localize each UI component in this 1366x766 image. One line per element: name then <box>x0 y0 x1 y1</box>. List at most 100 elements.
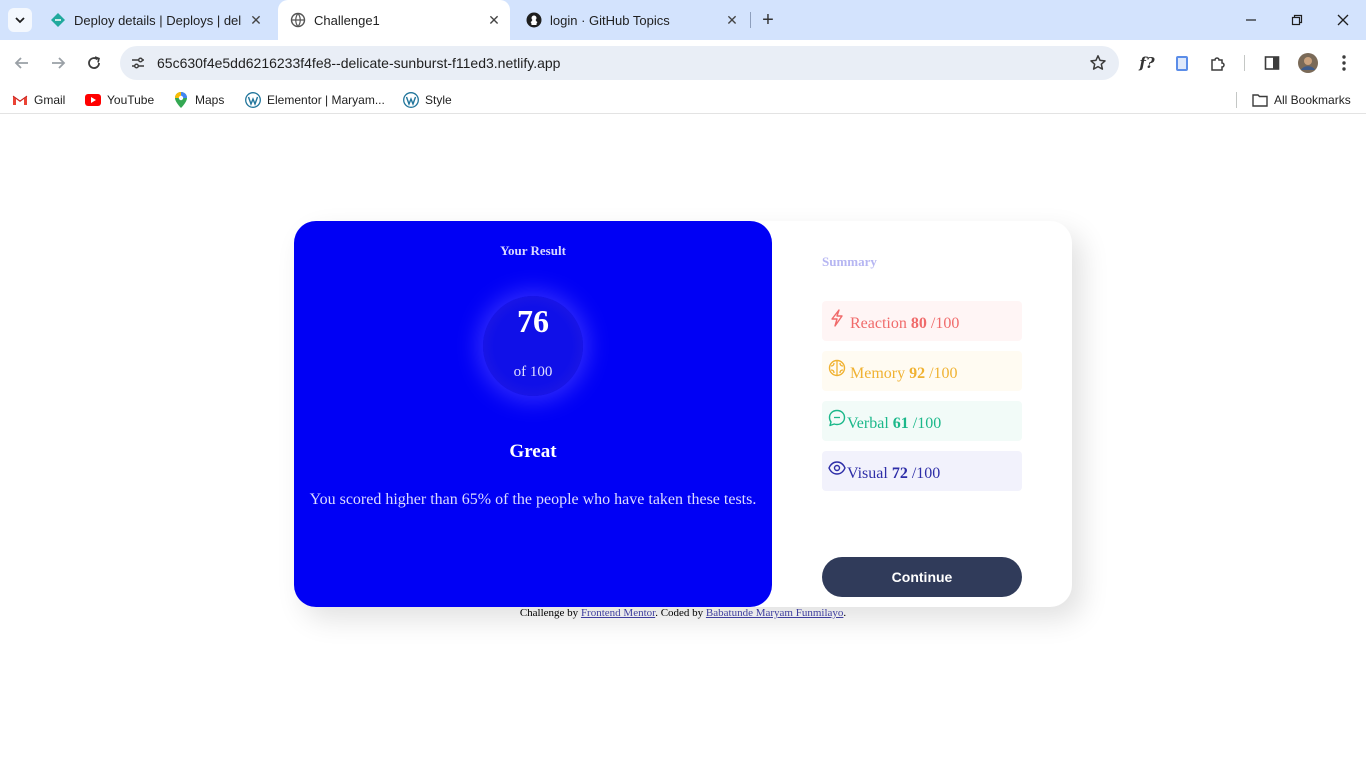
bookmark-maps[interactable]: Maps <box>173 91 224 109</box>
profile-avatar[interactable] <box>1297 52 1319 74</box>
summary-item-text: Verbal 61 /100 <box>847 415 941 433</box>
tab-title: login · GitHub Topics <box>550 13 670 28</box>
bookmark-gmail[interactable]: Gmail <box>12 91 65 109</box>
tab-search-button[interactable] <box>8 8 32 32</box>
frontend-mentor-link[interactable]: Frontend Mentor <box>581 607 655 619</box>
category-max: /100 <box>930 315 960 332</box>
restore-button[interactable] <box>1287 10 1307 30</box>
bookmark-label: Elementor | Maryam... <box>267 93 385 107</box>
summary-item-visual: Visual 72 /100 <box>822 451 1022 491</box>
lightning-icon <box>831 309 843 327</box>
toolbar-separator <box>1244 55 1245 71</box>
page-content: Your Result 76 of 100 Great You scored h… <box>0 121 1366 766</box>
category-name: Memory <box>850 365 906 382</box>
arrow-right-icon <box>52 57 66 69</box>
bookmark-youtube[interactable]: YouTube <box>85 91 154 109</box>
category-score: 92 <box>909 365 926 382</box>
github-icon <box>526 12 542 28</box>
summary-title: Summary <box>822 254 877 269</box>
close-window-button[interactable] <box>1333 10 1353 30</box>
address-bar[interactable]: 65c630f4e5dd6216233f4fe8--delicate-sunbu… <box>120 46 1119 80</box>
bookmark-label: Maps <box>195 93 225 107</box>
chat-icon <box>828 409 846 427</box>
category-max: /100 <box>911 465 941 482</box>
summary-item-verbal: Verbal 61 /100 <box>822 401 1022 441</box>
extensions-icon[interactable] <box>1207 52 1229 74</box>
bookmark-style[interactable]: Style <box>403 91 452 109</box>
site-info-icon[interactable] <box>130 55 146 71</box>
minimize-icon <box>1246 19 1256 21</box>
tab-github-topics[interactable]: login · GitHub Topics ✕ <box>514 0 746 40</box>
gmail-icon <box>12 92 28 108</box>
new-tab-button[interactable]: + <box>758 10 778 30</box>
globe-icon <box>290 12 306 28</box>
bookmark-elementor[interactable]: Elementor | Maryam... <box>245 91 385 109</box>
attribution-suffix: . <box>843 607 847 619</box>
bookmarks-bar: Gmail YouTube Maps Elementor | Maryam...… <box>0 86 1366 114</box>
close-icon[interactable]: ✕ <box>724 12 740 28</box>
bookmark-star-icon[interactable] <box>1089 54 1107 72</box>
youtube-icon <box>85 92 101 108</box>
bookmark-label: Gmail <box>34 93 66 107</box>
wordpress-icon <box>245 92 261 108</box>
attribution-middle: . Coded by <box>655 607 704 619</box>
wordpress-icon <box>403 92 419 108</box>
close-icon <box>1337 14 1349 26</box>
score-circle: 76 of 100 <box>483 296 583 396</box>
clipboard-extension-icon[interactable] <box>1171 52 1193 74</box>
side-panel-icon[interactable] <box>1261 52 1283 74</box>
close-icon[interactable]: ✕ <box>248 12 264 28</box>
reload-icon <box>88 56 100 69</box>
tab-title: Deploy details | Deploys | delica <box>74 13 242 28</box>
summary-item-memory: Memory 92 /100 <box>822 351 1022 391</box>
folder-icon <box>1252 92 1268 108</box>
minimize-button[interactable] <box>1241 10 1261 30</box>
result-panel: Your Result 76 of 100 Great You scored h… <box>294 221 772 607</box>
brain-icon <box>828 359 846 377</box>
tab-deploy-details[interactable]: Deploy details | Deploys | delica ✕ <box>38 0 274 40</box>
attribution: Challenge by Frontend Mentor. Coded by B… <box>0 607 1366 619</box>
grade-label: Great <box>509 441 557 462</box>
summary-item-text: Visual 72 /100 <box>847 465 940 483</box>
menu-kebab-icon[interactable] <box>1333 52 1355 74</box>
result-description: You scored higher than 65% of the people… <box>309 491 757 508</box>
category-name: Reaction <box>850 315 907 332</box>
category-score: 61 <box>892 415 909 432</box>
summary-item-text: Reaction 80 /100 <box>850 315 959 333</box>
forward-button[interactable] <box>46 51 70 75</box>
netlify-icon <box>51 13 65 27</box>
score-value: 76 <box>517 303 549 339</box>
close-icon[interactable]: ✕ <box>486 12 502 28</box>
restore-icon <box>1291 14 1303 26</box>
category-name: Verbal <box>847 415 889 432</box>
category-name: Visual <box>847 465 888 482</box>
category-score: 80 <box>910 315 927 332</box>
tab-bar: Deploy details | Deploys | delica ✕ Chal… <box>0 0 1366 40</box>
bookmark-label: YouTube <box>107 93 155 107</box>
font-extension-button[interactable]: f? <box>1136 52 1158 74</box>
continue-button[interactable]: Continue <box>822 557 1022 597</box>
url-text: 65c630f4e5dd6216233f4fe8--delicate-sunbu… <box>157 55 561 71</box>
tab-title: Challenge1 <box>314 13 380 28</box>
bookmark-label: Style <box>425 93 452 107</box>
arrow-left-icon <box>14 57 28 69</box>
category-max: /100 <box>929 365 958 382</box>
back-button[interactable] <box>10 51 34 75</box>
all-bookmarks-button[interactable]: All Bookmarks <box>1252 91 1351 109</box>
category-max: /100 <box>912 415 942 432</box>
chevron-down-icon <box>15 17 25 24</box>
maps-icon <box>173 92 189 108</box>
attribution-prefix: Challenge by <box>519 607 579 619</box>
eye-icon <box>828 461 846 475</box>
browser-toolbar: 65c630f4e5dd6216233f4fe8--delicate-sunbu… <box>0 40 1366 86</box>
category-score: 72 <box>891 465 908 482</box>
tab-challenge1[interactable]: Challenge1 ✕ <box>278 0 510 40</box>
summary-item-text: Memory 92 /100 <box>850 365 958 383</box>
reload-button[interactable] <box>82 51 106 75</box>
summary-item-reaction: Reaction 80 /100 <box>822 301 1022 341</box>
all-bookmarks-label: All Bookmarks <box>1274 93 1351 107</box>
author-link[interactable]: Babatunde Maryam Funmilayo <box>706 607 843 619</box>
tab-separator <box>750 12 751 28</box>
bookmarks-separator <box>1236 92 1237 108</box>
score-of-label: of 100 <box>513 364 553 380</box>
